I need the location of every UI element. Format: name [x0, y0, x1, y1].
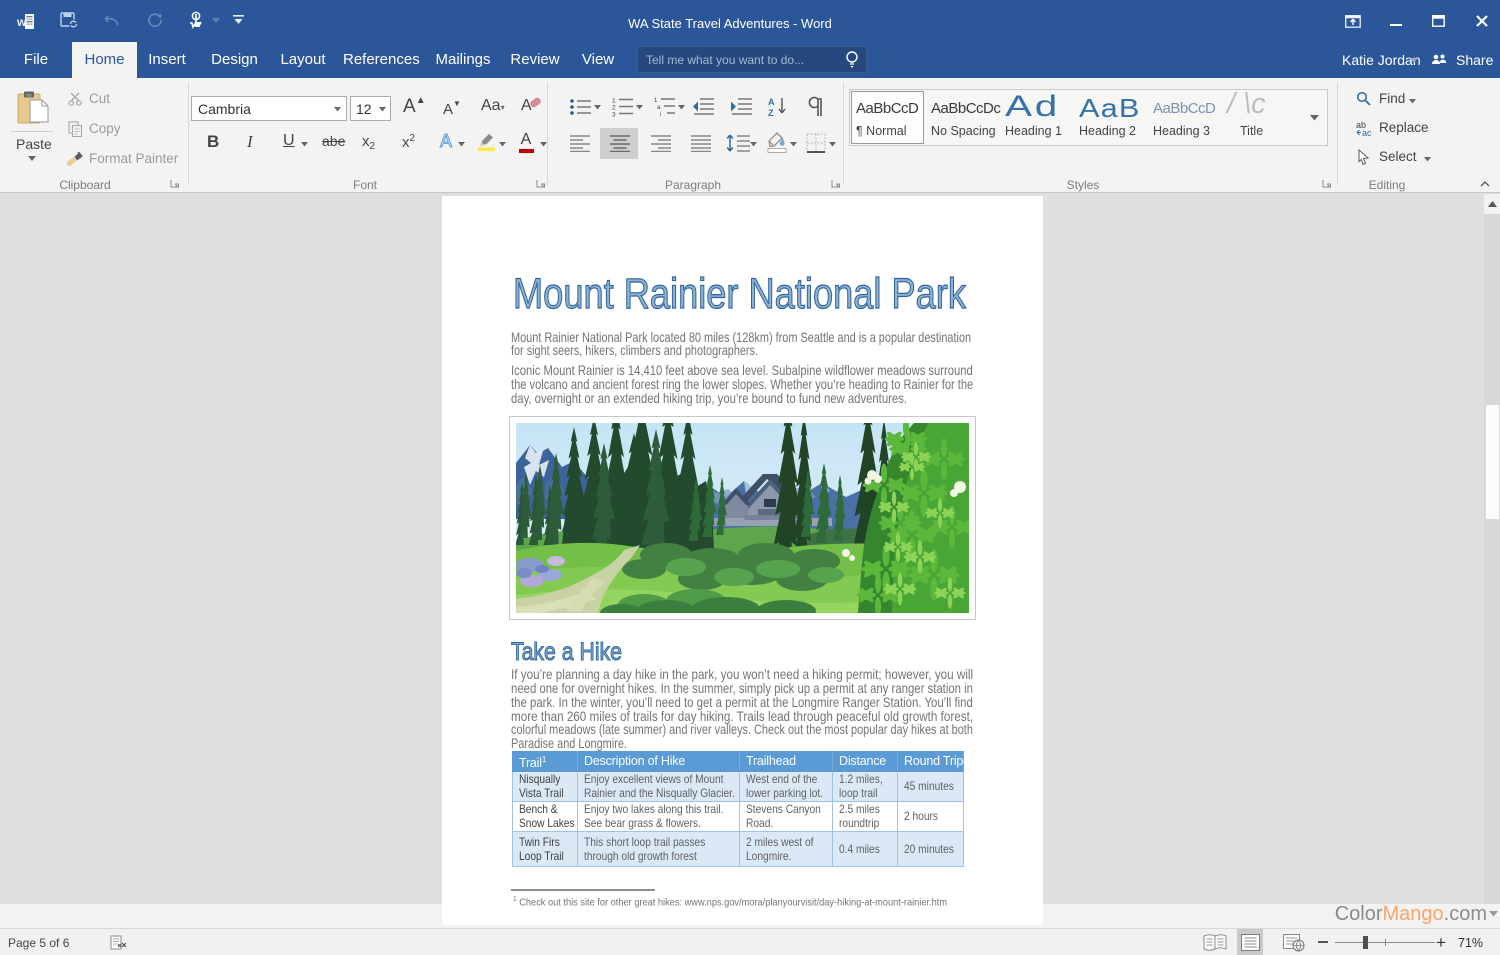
svg-text:A: A	[768, 97, 775, 107]
svg-text:i: i	[660, 112, 661, 117]
svg-text:2: 2	[612, 105, 616, 112]
svg-text:1: 1	[612, 98, 616, 105]
svg-text:3: 3	[612, 112, 616, 118]
svg-text:a: a	[657, 105, 661, 111]
svg-text:1: 1	[654, 98, 658, 104]
svg-text:Z: Z	[768, 108, 774, 117]
svg-text:ac: ac	[1362, 128, 1372, 137]
